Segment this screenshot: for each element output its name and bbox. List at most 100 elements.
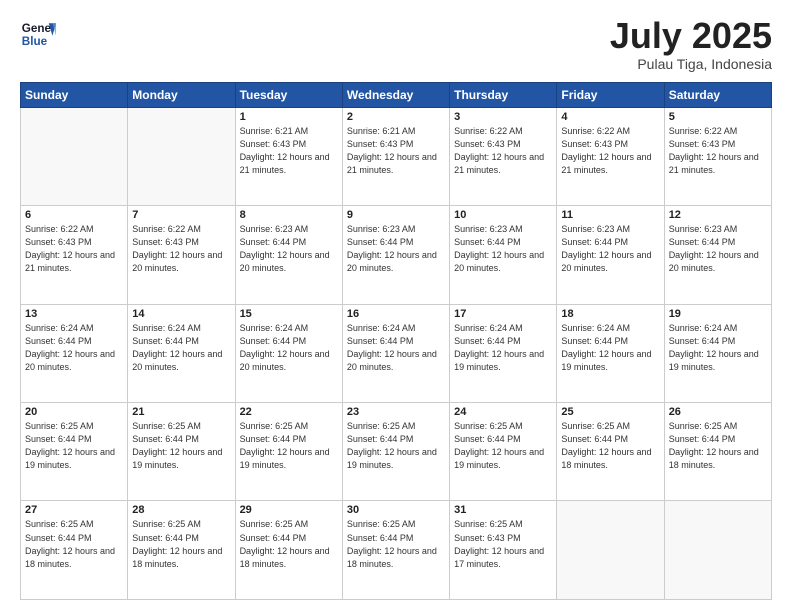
weekday-header: Monday [128,82,235,107]
day-number: 29 [240,504,338,516]
calendar-cell: 6 Sunrise: 6:22 AMSunset: 6:43 PMDaylight… [21,206,128,304]
day-info: Sunrise: 6:25 AMSunset: 6:44 PMDaylight:… [132,518,230,570]
calendar-cell [128,107,235,205]
calendar-cell: 21 Sunrise: 6:25 AMSunset: 6:44 PMDayligh… [128,403,235,501]
month-title: July 2025 [610,16,772,56]
day-info: Sunrise: 6:24 AMSunset: 6:44 PMDaylight:… [132,322,230,374]
day-number: 23 [347,406,445,418]
calendar-cell: 24 Sunrise: 6:25 AMSunset: 6:44 PMDayligh… [450,403,557,501]
calendar-cell: 26 Sunrise: 6:25 AMSunset: 6:44 PMDayligh… [664,403,771,501]
day-info: Sunrise: 6:25 AMSunset: 6:44 PMDaylight:… [25,518,123,570]
day-info: Sunrise: 6:23 AMSunset: 6:44 PMDaylight:… [454,223,552,275]
day-info: Sunrise: 6:22 AMSunset: 6:43 PMDaylight:… [561,125,659,177]
day-info: Sunrise: 6:22 AMSunset: 6:43 PMDaylight:… [25,223,123,275]
day-info: Sunrise: 6:22 AMSunset: 6:43 PMDaylight:… [454,125,552,177]
header: General Blue July 2025 Pulau Tiga, Indon… [20,16,772,72]
day-info: Sunrise: 6:23 AMSunset: 6:44 PMDaylight:… [669,223,767,275]
day-info: Sunrise: 6:25 AMSunset: 6:44 PMDaylight:… [454,420,552,472]
day-number: 10 [454,209,552,221]
day-number: 30 [347,504,445,516]
calendar-cell: 22 Sunrise: 6:25 AMSunset: 6:44 PMDayligh… [235,403,342,501]
day-info: Sunrise: 6:25 AMSunset: 6:44 PMDaylight:… [669,420,767,472]
location: Pulau Tiga, Indonesia [610,56,772,72]
calendar-table: SundayMondayTuesdayWednesdayThursdayFrid… [20,82,772,600]
calendar-cell [664,501,771,600]
calendar-cell: 23 Sunrise: 6:25 AMSunset: 6:44 PMDayligh… [342,403,449,501]
day-info: Sunrise: 6:25 AMSunset: 6:44 PMDaylight:… [347,518,445,570]
calendar-cell: 4 Sunrise: 6:22 AMSunset: 6:43 PMDaylight… [557,107,664,205]
calendar-cell: 9 Sunrise: 6:23 AMSunset: 6:44 PMDaylight… [342,206,449,304]
calendar-cell: 29Sunrise: 6:25 AMSunset: 6:44 PMDayligh… [235,501,342,600]
day-info: Sunrise: 6:24 AMSunset: 6:44 PMDaylight:… [25,322,123,374]
weekday-header: Thursday [450,82,557,107]
weekday-header: Saturday [664,82,771,107]
weekday-header: Tuesday [235,82,342,107]
day-number: 28 [132,504,230,516]
calendar-cell: 11Sunrise: 6:23 AMSunset: 6:44 PMDayligh… [557,206,664,304]
day-number: 6 [25,209,123,221]
day-number: 31 [454,504,552,516]
calendar-cell: 19 Sunrise: 6:24 AMSunset: 6:44 PMDayligh… [664,304,771,402]
day-info: Sunrise: 6:23 AMSunset: 6:44 PMDaylight:… [240,223,338,275]
day-number: 8 [240,209,338,221]
day-number: 9 [347,209,445,221]
day-number: 19 [669,308,767,320]
day-info: Sunrise: 6:25 AMSunset: 6:44 PMDaylight:… [347,420,445,472]
day-number: 25 [561,406,659,418]
day-info: Sunrise: 6:21 AMSunset: 6:43 PMDaylight:… [347,125,445,177]
title-block: July 2025 Pulau Tiga, Indonesia [610,16,772,72]
day-number: 18 [561,308,659,320]
day-info: Sunrise: 6:24 AMSunset: 6:44 PMDaylight:… [669,322,767,374]
day-info: Sunrise: 6:25 AMSunset: 6:43 PMDaylight:… [454,518,552,570]
calendar-cell [21,107,128,205]
day-number: 3 [454,111,552,123]
calendar-cell: 17 Sunrise: 6:24 AMSunset: 6:44 PMDayligh… [450,304,557,402]
day-info: Sunrise: 6:25 AMSunset: 6:44 PMDaylight:… [240,420,338,472]
day-number: 26 [669,406,767,418]
day-info: Sunrise: 6:25 AMSunset: 6:44 PMDaylight:… [132,420,230,472]
calendar-cell: 5 Sunrise: 6:22 AMSunset: 6:43 PMDaylight… [664,107,771,205]
calendar-cell: 10 Sunrise: 6:23 AMSunset: 6:44 PMDayligh… [450,206,557,304]
day-number: 7 [132,209,230,221]
calendar-cell: 7Sunrise: 6:22 AMSunset: 6:43 PMDaylight… [128,206,235,304]
calendar-cell: 2 Sunrise: 6:21 AMSunset: 6:43 PMDaylight… [342,107,449,205]
day-info: Sunrise: 6:24 AMSunset: 6:44 PMDaylight:… [454,322,552,374]
day-number: 24 [454,406,552,418]
day-number: 13 [25,308,123,320]
day-number: 11 [561,209,659,221]
day-info: Sunrise: 6:23 AMSunset: 6:44 PMDaylight:… [347,223,445,275]
day-info: Sunrise: 6:21 AMSunset: 6:43 PMDaylight:… [240,125,338,177]
day-number: 22 [240,406,338,418]
weekday-header: Sunday [21,82,128,107]
day-number: 2 [347,111,445,123]
calendar-cell: 13 Sunrise: 6:24 AMSunset: 6:44 PMDayligh… [21,304,128,402]
day-number: 15 [240,308,338,320]
weekday-header: Friday [557,82,664,107]
svg-text:Blue: Blue [22,35,48,48]
day-info: Sunrise: 6:24 AMSunset: 6:44 PMDaylight:… [561,322,659,374]
calendar-cell: 1 Sunrise: 6:21 AMSunset: 6:43 PMDaylight… [235,107,342,205]
day-number: 16 [347,308,445,320]
logo-icon: General Blue [20,16,56,52]
day-number: 17 [454,308,552,320]
logo: General Blue [20,16,56,52]
day-info: Sunrise: 6:22 AMSunset: 6:43 PMDaylight:… [669,125,767,177]
page: General Blue July 2025 Pulau Tiga, Indon… [0,0,792,612]
day-number: 12 [669,209,767,221]
day-number: 1 [240,111,338,123]
calendar-cell: 27Sunrise: 6:25 AMSunset: 6:44 PMDayligh… [21,501,128,600]
day-number: 20 [25,406,123,418]
day-number: 5 [669,111,767,123]
day-number: 21 [132,406,230,418]
calendar-cell: 16 Sunrise: 6:24 AMSunset: 6:44 PMDayligh… [342,304,449,402]
day-number: 14 [132,308,230,320]
calendar-cell [557,501,664,600]
calendar-cell: 12 Sunrise: 6:23 AMSunset: 6:44 PMDayligh… [664,206,771,304]
day-info: Sunrise: 6:24 AMSunset: 6:44 PMDaylight:… [347,322,445,374]
day-number: 4 [561,111,659,123]
day-info: Sunrise: 6:25 AMSunset: 6:44 PMDaylight:… [25,420,123,472]
calendar-cell: 30 Sunrise: 6:25 AMSunset: 6:44 PMDayligh… [342,501,449,600]
calendar-cell: 15Sunrise: 6:24 AMSunset: 6:44 PMDayligh… [235,304,342,402]
calendar-cell: 28 Sunrise: 6:25 AMSunset: 6:44 PMDayligh… [128,501,235,600]
calendar-cell: 31 Sunrise: 6:25 AMSunset: 6:43 PMDayligh… [450,501,557,600]
